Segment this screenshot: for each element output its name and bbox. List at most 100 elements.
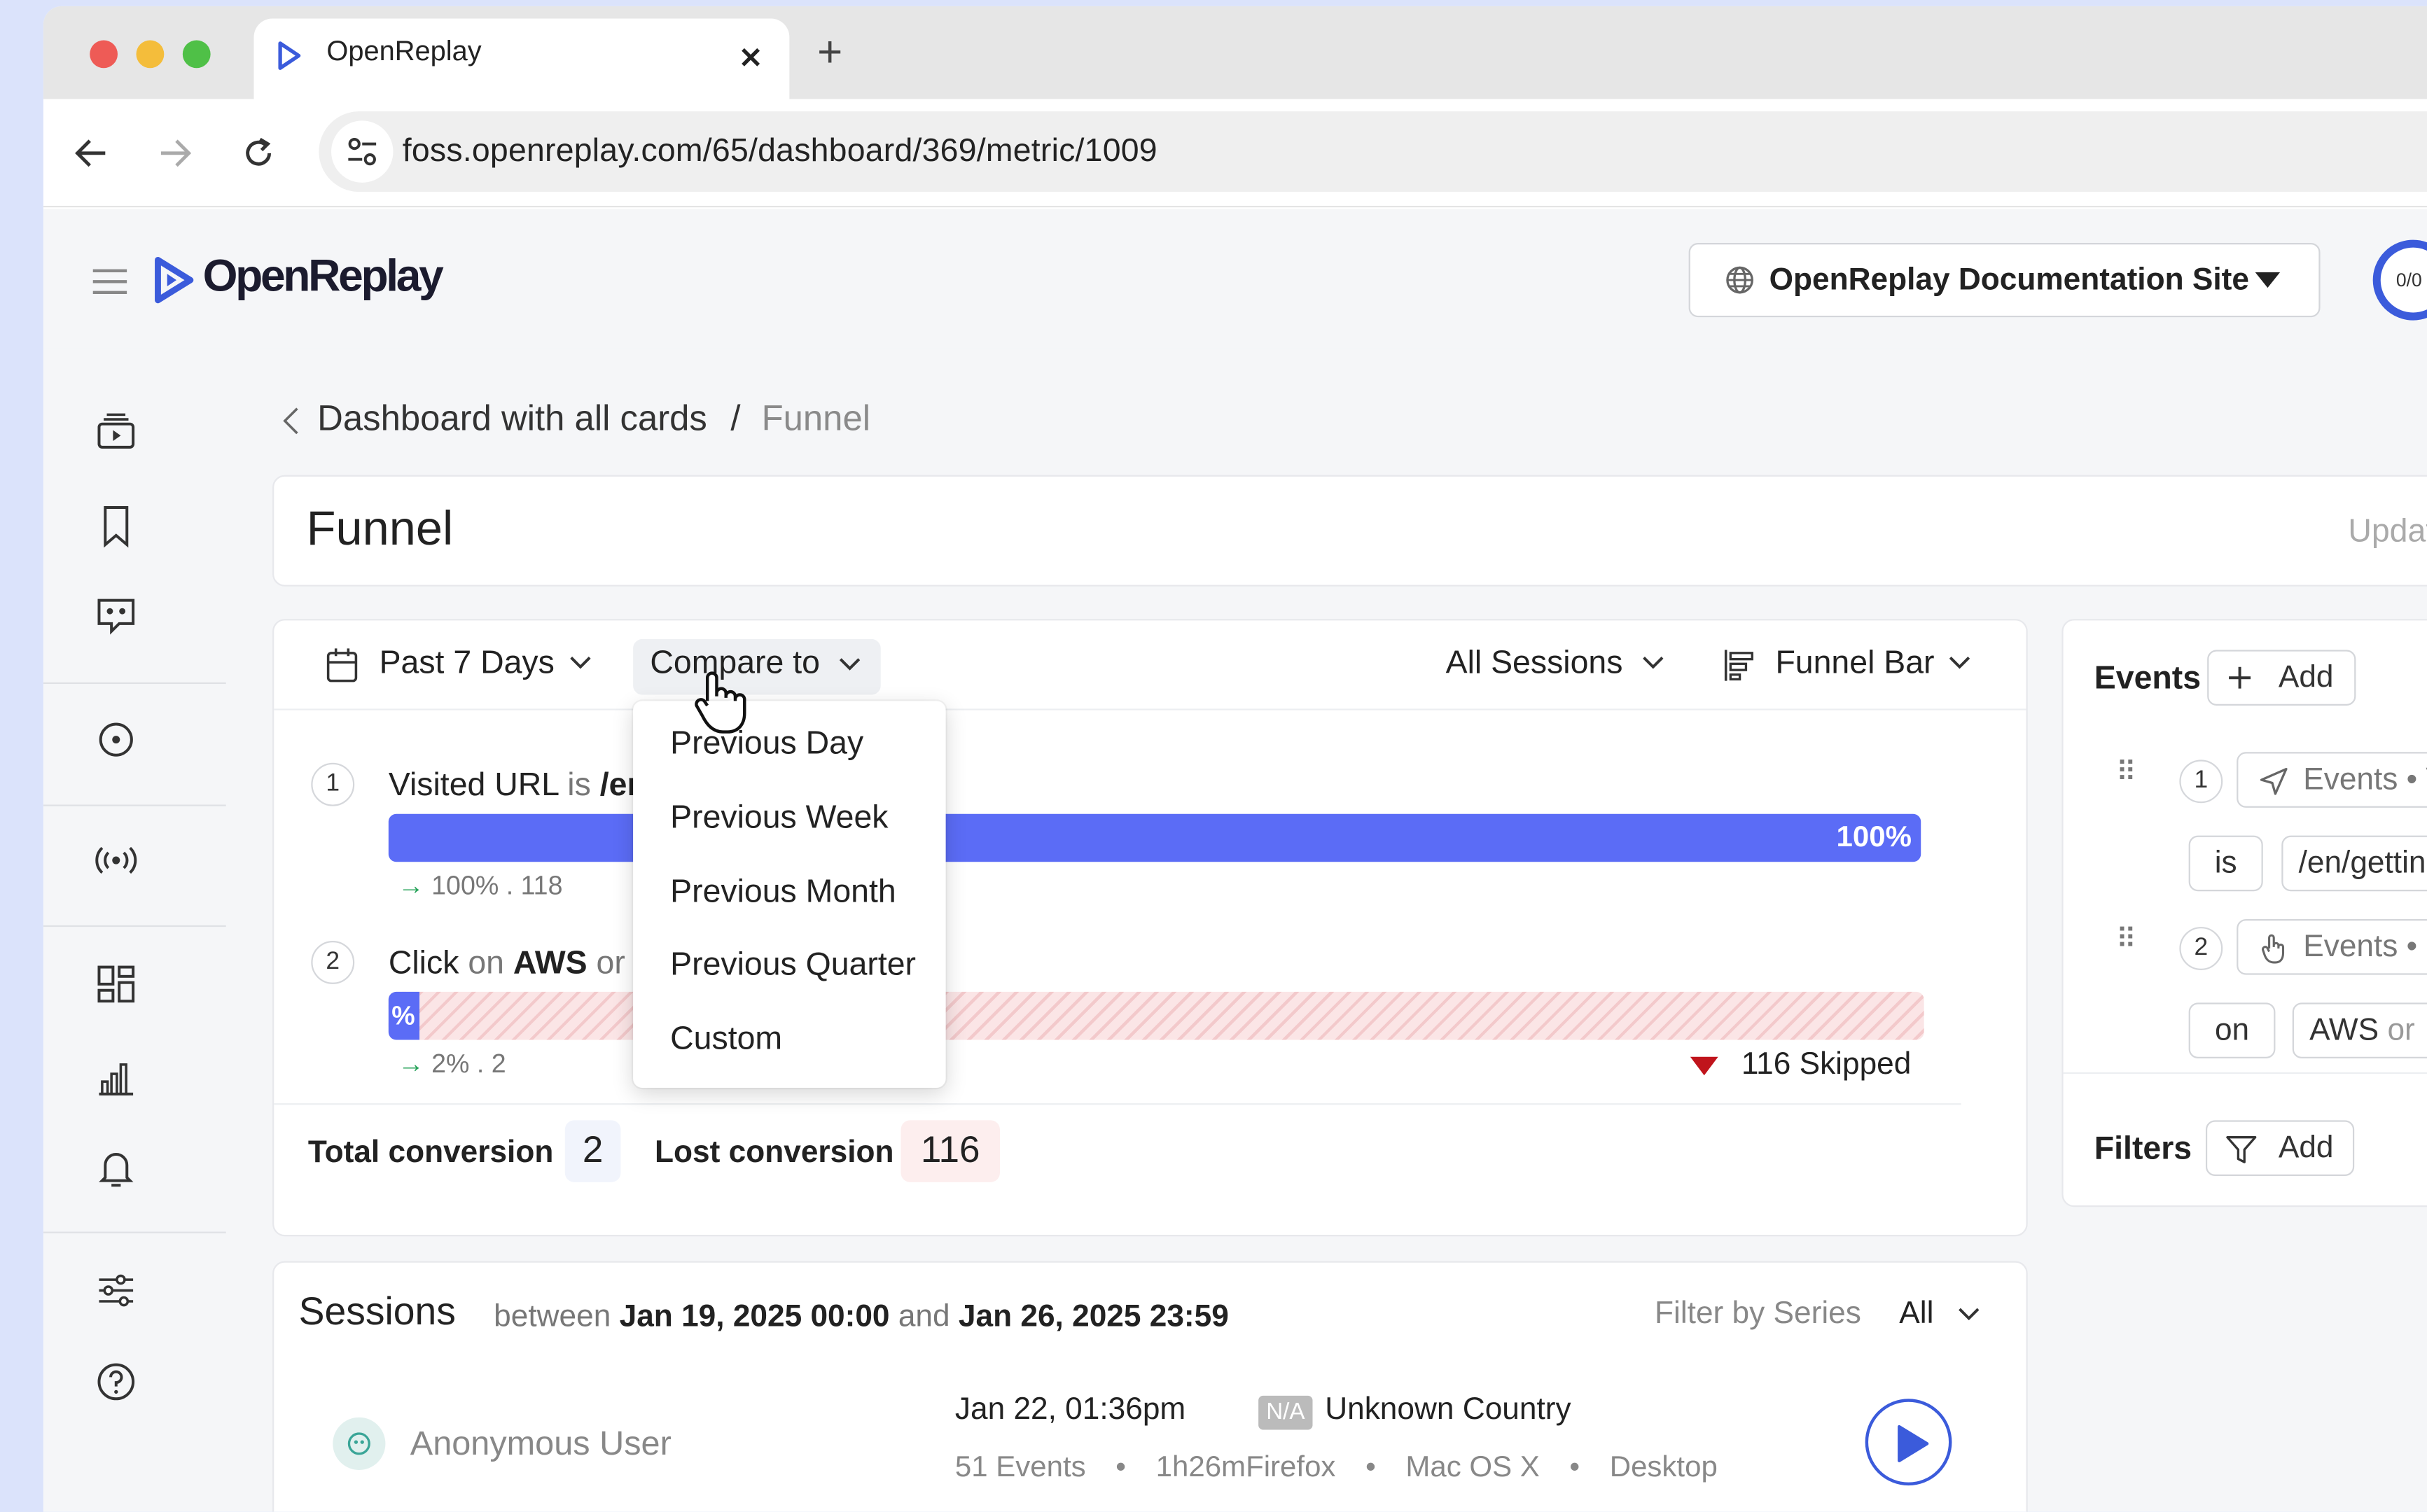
dashboards-icon[interactable]	[93, 961, 139, 1007]
maximize-window-button[interactable]	[182, 40, 211, 69]
menu-item-previous-week[interactable]: Previous Week	[670, 800, 888, 837]
step-conversion-text: 2% . 2	[431, 1049, 506, 1079]
navigate-arrow-icon	[2260, 767, 2288, 795]
session-browser: Firefox	[1246, 1451, 1336, 1484]
sidebar-divider	[43, 682, 226, 685]
between-label: between	[494, 1299, 611, 1334]
recordings-icon[interactable]	[93, 716, 139, 762]
range-start: Jan 19, 2025 00:00	[619, 1299, 890, 1334]
sidebar-divider	[43, 1231, 226, 1233]
site-info-button[interactable]	[331, 120, 394, 183]
funnel-bar-icon	[1724, 650, 1753, 681]
funnel-bar-step-2[interactable]: %	[388, 991, 420, 1040]
drag-handle-icon[interactable]: ⠿	[2116, 924, 2136, 956]
filters-title: Filters	[2094, 1130, 2192, 1167]
menu-item-previous-quarter[interactable]: Previous Quarter	[670, 947, 916, 984]
add-filter-button[interactable]: Add	[2205, 1120, 2355, 1176]
new-tab-button[interactable]: +	[817, 28, 842, 78]
play-session-button[interactable]	[1865, 1399, 1952, 1486]
chevron-left-icon[interactable]	[283, 407, 299, 435]
notes-chat-icon[interactable]	[93, 593, 139, 639]
logo-text[interactable]: OpenReplay	[203, 252, 444, 303]
hamburger-menu-icon[interactable]	[92, 267, 127, 295]
chevron-down-icon	[570, 657, 591, 669]
arrow-right-icon: →	[398, 871, 424, 901]
breadcrumb-current: Funnel	[761, 398, 871, 438]
back-arrow-icon[interactable]	[74, 138, 109, 169]
conversion-summary: Total conversion 2 Lost conversion 116	[274, 1103, 1961, 1182]
step-operator: on	[468, 945, 504, 981]
close-tab-icon[interactable]	[740, 46, 762, 68]
user-avatar[interactable]: 0/0	[2372, 239, 2427, 321]
lost-conversion-label: Lost conversion	[655, 1135, 894, 1170]
event-value-input[interactable]: /en/gettin	[2281, 835, 2427, 892]
sessions-card: Sessions between Jan 19, 2025 00:00 and …	[272, 1261, 2028, 1512]
session-duration: 1h26m	[1155, 1451, 1246, 1484]
skipped-count[interactable]: 116 Skipped	[1741, 1048, 1912, 1084]
funnel-bar-skipped[interactable]	[388, 991, 1924, 1040]
update-button[interactable]: Updat	[2348, 514, 2427, 551]
openreplay-favicon-icon	[278, 41, 301, 70]
menu-item-custom[interactable]: Custom	[670, 1021, 782, 1058]
address-bar[interactable]: foss.openreplay.com/65/dashboard/369/met…	[319, 111, 2427, 192]
minimize-window-button[interactable]	[136, 40, 165, 69]
screen: OpenReplay + foss.openreplay.com/65/dash…	[0, 0, 2427, 1512]
plus-icon	[2229, 666, 2251, 689]
event-operator[interactable]: on	[2188, 1002, 2276, 1058]
filter-by-series-label: Filter by Series	[1655, 1296, 1861, 1331]
range-end: Jan 26, 2025 23:59	[958, 1299, 1229, 1334]
event-operator[interactable]: is	[2188, 835, 2263, 892]
alerts-bell-icon[interactable]	[93, 1145, 139, 1191]
browser-window: OpenReplay + foss.openreplay.com/65/dash…	[43, 6, 2427, 1512]
site-selector-label: OpenReplay Documentation Site	[1769, 262, 2249, 298]
event-type-selector[interactable]: Events • C	[2237, 919, 2427, 975]
session-meta: 51 Events • 1h26mFirefox • Mac OS X • De…	[954, 1451, 1718, 1484]
and-label: and	[898, 1299, 950, 1334]
reload-icon[interactable]	[242, 136, 276, 171]
event-number: 2	[2179, 927, 2223, 970]
pointer-hand-icon	[2262, 934, 2285, 964]
bookmark-icon[interactable]	[93, 503, 139, 549]
settings-sliders-icon[interactable]	[93, 1267, 139, 1313]
add-event-label: Add	[2278, 660, 2334, 695]
step-event: Visited URL	[388, 767, 559, 804]
browser-toolbar: foss.openreplay.com/65/dashboard/369/met…	[43, 99, 2427, 208]
forward-arrow-icon[interactable]	[158, 138, 192, 169]
live-broadcast-icon[interactable]	[93, 837, 139, 883]
menu-item-previous-month[interactable]: Previous Month	[670, 874, 896, 911]
compare-to-menu: Previous Day Previous Week Previous Mont…	[633, 701, 946, 1088]
event-type-label: Events • C	[2303, 930, 2427, 965]
close-window-button[interactable]	[90, 40, 118, 69]
sessions-icon[interactable]	[93, 410, 139, 456]
help-question-icon[interactable]	[93, 1359, 139, 1405]
breadcrumb-parent-link[interactable]: Dashboard with all cards	[317, 398, 707, 440]
arrow-right-icon: →	[398, 1049, 424, 1079]
step-operator: is	[567, 767, 591, 804]
openreplay-app: OpenReplay OpenReplay Documentation Site…	[43, 209, 2427, 1512]
chevron-down-icon	[1959, 1308, 1980, 1321]
browser-tab[interactable]: OpenReplay	[253, 18, 790, 99]
browser-tab-bar: OpenReplay +	[43, 6, 2427, 99]
event-type-selector[interactable]: Events • V	[2237, 752, 2427, 808]
session-user-name[interactable]: Anonymous User	[410, 1424, 672, 1464]
sidebar-divider	[43, 804, 226, 806]
compare-to-button[interactable]: Compare to	[633, 638, 881, 695]
user-avatar-icon	[333, 1417, 386, 1470]
session-device: Desktop	[1609, 1451, 1718, 1484]
metrics-bar-chart-icon[interactable]	[93, 1054, 139, 1100]
add-event-button[interactable]: Add	[2207, 650, 2356, 706]
event-value: AWS	[2309, 1013, 2379, 1048]
site-selector[interactable]: OpenReplay Documentation Site	[1688, 243, 2321, 318]
event-value-input[interactable]: AWS or	[2292, 1002, 2427, 1058]
card-title[interactable]: Funnel	[307, 501, 454, 557]
caret-down-icon	[2255, 272, 2281, 288]
funnel-bar-step-1[interactable]: 100%	[388, 813, 1921, 862]
drag-handle-icon[interactable]: ⠿	[2116, 757, 2136, 789]
sessions-title: Sessions	[298, 1290, 456, 1334]
filter-funnel-icon	[2226, 1136, 2257, 1163]
step-event: Click	[388, 945, 459, 981]
step-conversion: → 100% . 118	[398, 872, 562, 902]
step-conversion: → 2% . 2	[398, 1049, 506, 1080]
play-icon	[1898, 1424, 1929, 1462]
step-label: Visited URL is /er	[389, 767, 640, 804]
